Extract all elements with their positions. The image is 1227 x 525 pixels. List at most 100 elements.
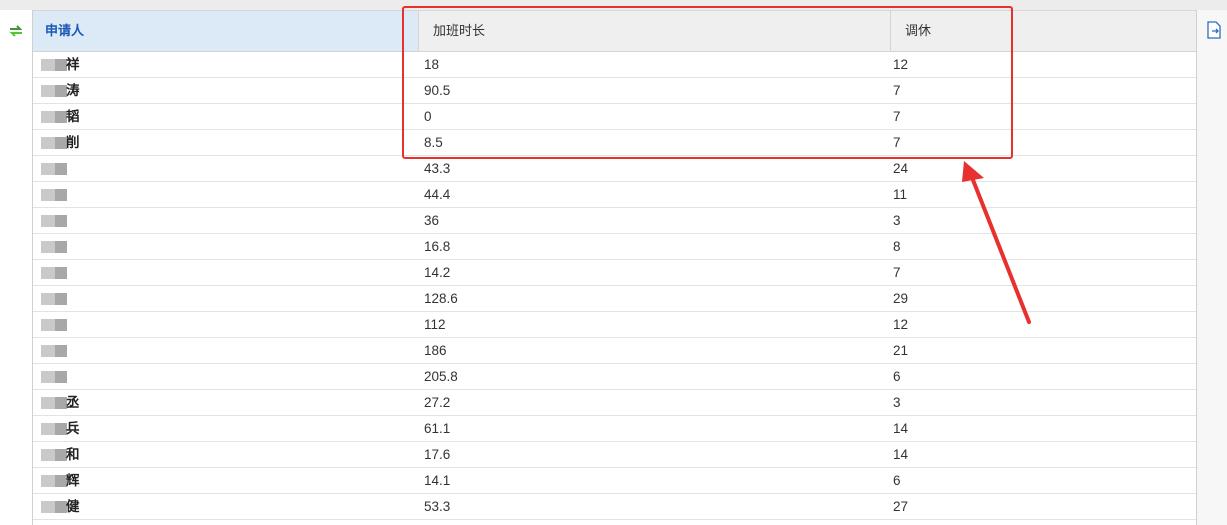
applicant-name: 涛 xyxy=(66,83,80,98)
overtime-cell: 17.6 xyxy=(424,447,451,462)
right-toolbar xyxy=(1196,10,1227,525)
applicant-cell: 祥 xyxy=(33,52,419,77)
table-row[interactable]: 16.8 8 xyxy=(33,234,1196,260)
leave-cell: 6 xyxy=(893,369,901,384)
applicant-cell xyxy=(33,208,419,233)
redacted-name-mosaic xyxy=(41,397,55,409)
redacted-name-mosaic xyxy=(55,345,67,357)
leave-cell: 24 xyxy=(893,161,909,176)
redacted-name-mosaic xyxy=(41,319,55,331)
redacted-name-mosaic xyxy=(41,111,55,123)
column-header-leave[interactable]: 调休 xyxy=(891,11,1196,51)
applicant-cell xyxy=(33,156,419,181)
table-row[interactable]: 祥 18 12 xyxy=(33,52,1196,78)
table-body: 祥 18 12 涛 90.5 7 韬 0 7 削 8.5 7 43.3 24 44.4 11 36 3 16.8 8 1… xyxy=(33,52,1196,520)
applicant-name: 兵 xyxy=(66,421,80,436)
refresh-icon[interactable] xyxy=(6,22,26,40)
redacted-name-mosaic xyxy=(41,345,55,357)
leave-cell: 7 xyxy=(893,135,901,150)
table-row[interactable]: 36 3 xyxy=(33,208,1196,234)
applicant-cell xyxy=(33,260,419,285)
column-header-overtime[interactable]: 加班时长 xyxy=(419,11,891,51)
applicant-cell: 削 xyxy=(33,130,419,155)
redacted-name-mosaic xyxy=(41,137,55,149)
redacted-name-mosaic xyxy=(41,85,55,97)
applicant-cell: 韬 xyxy=(33,104,419,129)
overtime-cell: 0 xyxy=(424,109,432,124)
leave-cell: 14 xyxy=(893,447,909,462)
table-row[interactable]: 辉 14.1 6 xyxy=(33,468,1196,494)
redacted-name-mosaic xyxy=(55,371,67,383)
table-row[interactable]: 健 53.3 27 xyxy=(33,494,1196,520)
table-row[interactable]: 43.3 24 xyxy=(33,156,1196,182)
applicant-name: 健 xyxy=(66,499,80,514)
overtime-cell: 53.3 xyxy=(424,499,451,514)
redacted-name-mosaic xyxy=(41,371,55,383)
table-row[interactable]: 44.4 11 xyxy=(33,182,1196,208)
applicant-name: 削 xyxy=(66,135,80,150)
leave-cell: 7 xyxy=(893,109,901,124)
redacted-name-mosaic xyxy=(41,475,55,487)
left-toolbar xyxy=(0,10,33,525)
redacted-name-mosaic xyxy=(41,163,55,175)
redacted-name-mosaic xyxy=(55,189,67,201)
table-row[interactable]: 128.6 29 xyxy=(33,286,1196,312)
leave-cell: 8 xyxy=(893,239,901,254)
applicant-cell: 和 xyxy=(33,442,419,467)
overtime-cell: 27.2 xyxy=(424,395,451,410)
export-icon[interactable] xyxy=(1205,20,1223,40)
applicant-cell: 健 xyxy=(33,494,419,519)
overtime-cell: 128.6 xyxy=(424,291,458,306)
leave-cell: 3 xyxy=(893,395,901,410)
applicant-cell: 丞 xyxy=(33,390,419,415)
table-row[interactable]: 14.2 7 xyxy=(33,260,1196,286)
redacted-name-mosaic xyxy=(55,163,67,175)
overtime-cell: 36 xyxy=(424,213,440,228)
applicant-cell xyxy=(33,234,419,259)
applicant-cell xyxy=(33,182,419,207)
table-header: 申请人 加班时长 调休 xyxy=(33,11,1196,52)
overtime-cell: 205.8 xyxy=(424,369,458,384)
table-row[interactable]: 205.8 6 xyxy=(33,364,1196,390)
redacted-name-mosaic xyxy=(41,501,55,513)
column-header-applicant[interactable]: 申请人 xyxy=(33,11,419,51)
leave-cell: 21 xyxy=(893,343,909,358)
overtime-cell: 186 xyxy=(424,343,447,358)
table-row[interactable]: 涛 90.5 7 xyxy=(33,78,1196,104)
applicant-cell xyxy=(33,364,419,389)
leave-cell: 7 xyxy=(893,83,901,98)
table-row[interactable]: 兵 61.1 14 xyxy=(33,416,1196,442)
redacted-name-mosaic xyxy=(41,189,55,201)
redacted-name-mosaic xyxy=(41,423,55,435)
applicant-name: 和 xyxy=(66,447,80,462)
applicant-name: 祥 xyxy=(66,57,80,72)
applicant-cell xyxy=(33,286,419,311)
table-row[interactable]: 和 17.6 14 xyxy=(33,442,1196,468)
leave-cell: 29 xyxy=(893,291,909,306)
applicant-cell xyxy=(33,338,419,363)
leave-cell: 12 xyxy=(893,317,909,332)
applicant-cell xyxy=(33,312,419,337)
redacted-name-mosaic xyxy=(55,215,67,227)
overtime-cell: 43.3 xyxy=(424,161,451,176)
leave-cell: 3 xyxy=(893,213,901,228)
redacted-name-mosaic xyxy=(41,59,55,71)
overtime-cell: 18 xyxy=(424,57,440,72)
redacted-name-mosaic xyxy=(55,241,67,253)
leave-cell: 11 xyxy=(893,187,908,202)
overtime-cell: 44.4 xyxy=(424,187,451,202)
table-row[interactable]: 112 12 xyxy=(33,312,1196,338)
table-row[interactable]: 削 8.5 7 xyxy=(33,130,1196,156)
table-row[interactable]: 186 21 xyxy=(33,338,1196,364)
overtime-cell: 90.5 xyxy=(424,83,451,98)
overtime-cell: 112 xyxy=(424,317,446,332)
leave-cell: 6 xyxy=(893,473,901,488)
redacted-name-mosaic xyxy=(41,241,55,253)
table-row[interactable]: 韬 0 7 xyxy=(33,104,1196,130)
overtime-cell: 61.1 xyxy=(424,421,451,436)
leave-cell: 14 xyxy=(893,421,909,436)
applicant-cell: 涛 xyxy=(33,78,419,103)
table-row[interactable]: 丞 27.2 3 xyxy=(33,390,1196,416)
applicant-name: 辉 xyxy=(66,473,80,488)
redacted-name-mosaic xyxy=(41,267,55,279)
